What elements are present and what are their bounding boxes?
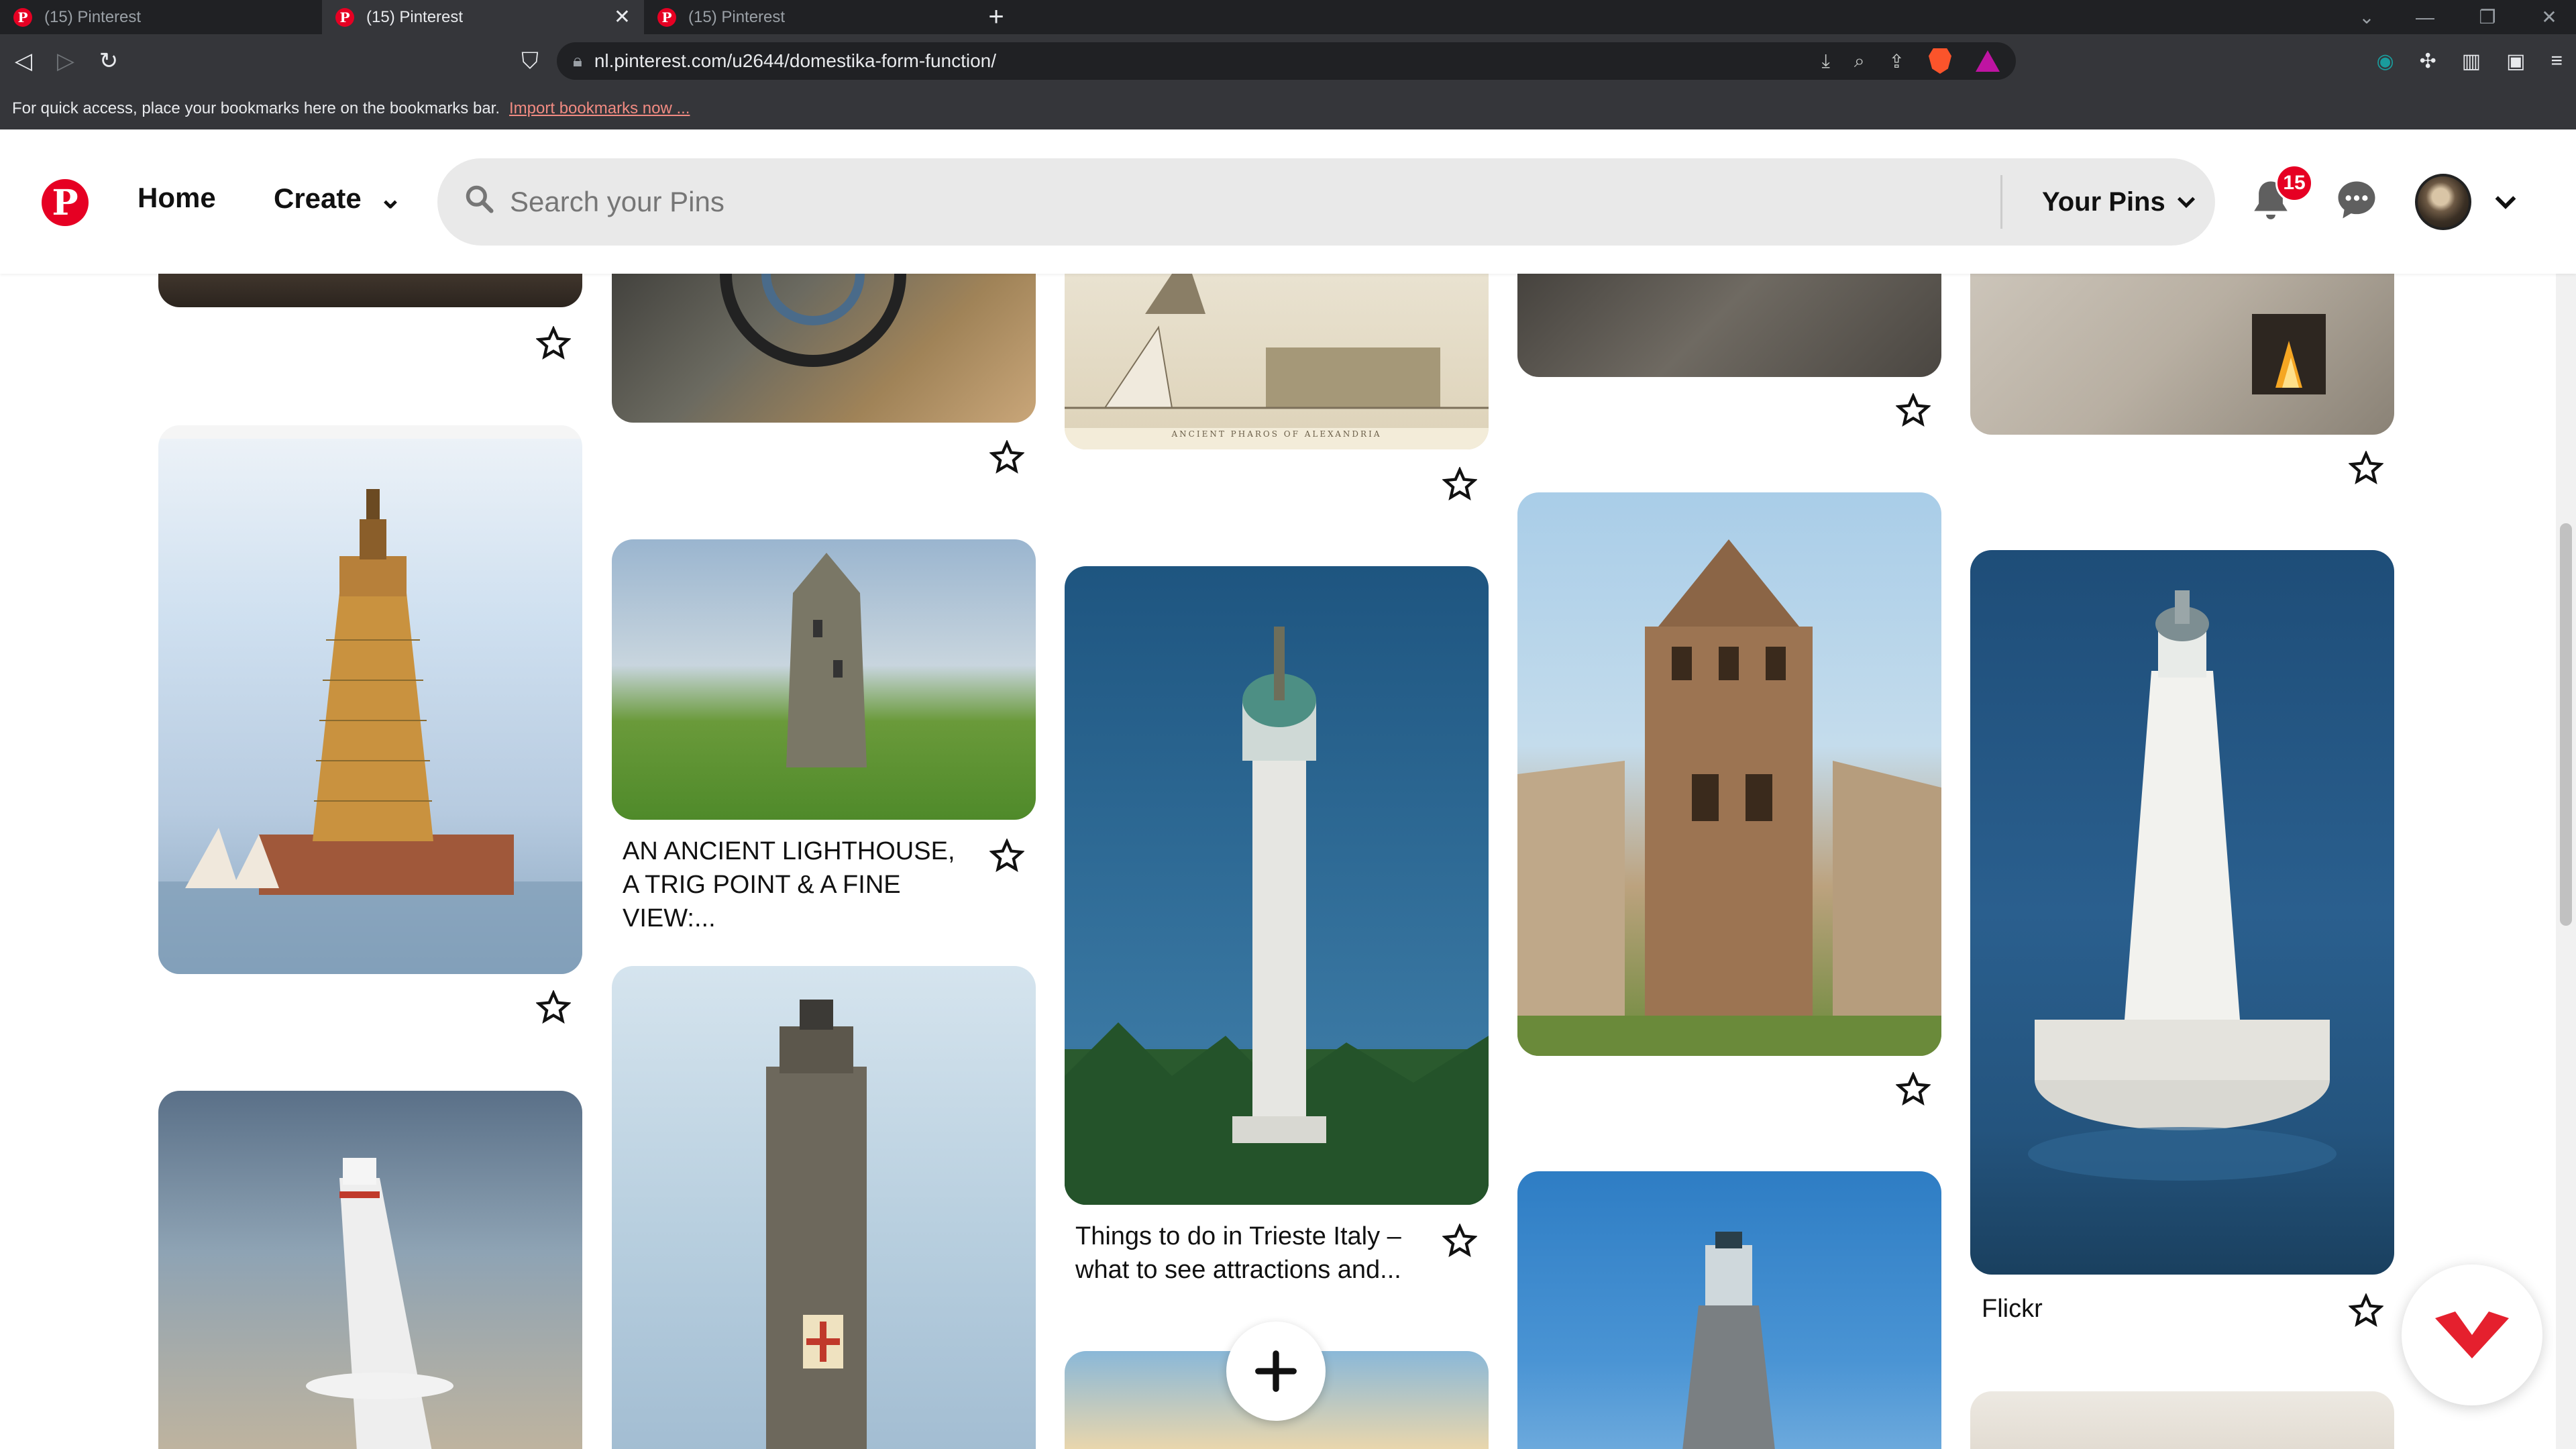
- star-icon[interactable]: [1442, 1224, 1477, 1258]
- iron-lighthouse-pin[interactable]: [1517, 1171, 1941, 1449]
- extension-icon[interactable]: ◉: [2376, 50, 2394, 73]
- brave-shields-icon[interactable]: [1929, 48, 1951, 74]
- cordouan-lighthouse-pin[interactable]: [1970, 550, 2394, 1275]
- wallet-icon[interactable]: ▣: [2506, 50, 2525, 73]
- search-input[interactable]: [510, 186, 1919, 218]
- pinterest-favicon-icon: P: [657, 7, 676, 27]
- pinterest-header: P Home Create ⌄ Your Pins 15: [0, 129, 2576, 274]
- pinterest-favicon-icon: P: [13, 7, 32, 27]
- star-icon[interactable]: [1896, 393, 1931, 428]
- menu-icon[interactable]: ≡: [2551, 50, 2563, 72]
- browser-tab-active[interactable]: P (15) Pinterest ✕: [322, 0, 644, 34]
- domestika-logo-icon: [2435, 1311, 2509, 1358]
- scrollbar-thumb[interactable]: [2560, 523, 2572, 926]
- puzzle-icon[interactable]: ✣: [2420, 50, 2436, 73]
- forward-icon[interactable]: ▷: [46, 34, 86, 88]
- install-icon[interactable]: ⤓: [1821, 50, 1829, 72]
- star-icon[interactable]: [989, 440, 1024, 475]
- chevron-down-icon: ⌄: [378, 182, 402, 214]
- star-icon[interactable]: [989, 839, 1024, 873]
- back-icon[interactable]: ◁: [3, 34, 44, 88]
- chevron-down-icon: [2177, 197, 2195, 209]
- tab-title: (15) Pinterest: [366, 7, 464, 26]
- engraving-title: ANCIENT PHAROS OF ALEXANDRIA: [1171, 429, 1382, 439]
- brave-rewards-icon[interactable]: [1976, 50, 2000, 72]
- bookmarks-bar: For quick access, place your bookmarks h…: [0, 88, 2576, 129]
- star-icon[interactable]: [1442, 467, 1477, 502]
- lock-icon: 🔒︎: [573, 50, 582, 70]
- pharos-alexandria-engraving-pin[interactable]: ANCIENT PHAROS OF ALEXANDRIA: [1065, 274, 1489, 449]
- genoa-lanterna-pin[interactable]: [612, 966, 1036, 1449]
- search-icon: [464, 184, 494, 221]
- pin-image[interactable]: [158, 274, 582, 307]
- your-pins-label: Your Pins: [2042, 186, 2165, 217]
- bookmark-icon[interactable]: ⛉: [510, 34, 550, 88]
- share-icon[interactable]: ⇪: [1889, 50, 1904, 72]
- reload-icon[interactable]: ↻: [89, 34, 129, 88]
- new-tab-button[interactable]: +: [983, 0, 1010, 34]
- your-pins-dropdown[interactable]: Your Pins: [2042, 158, 2198, 246]
- create-label: Create: [274, 182, 362, 214]
- tab-title: (15) Pinterest: [688, 7, 786, 26]
- browser-tab[interactable]: P (15) Pinterest: [0, 0, 322, 34]
- pin-caption[interactable]: AN ANCIENT LIGHTHOUSE, A TRIG POINT & A …: [623, 835, 971, 935]
- account-chevron-down-icon[interactable]: [2492, 189, 2519, 222]
- tab-title: (15) Pinterest: [44, 7, 142, 26]
- sidebar-icon[interactable]: ▥: [2462, 50, 2481, 73]
- pin-caption[interactable]: Flickr: [1982, 1292, 2250, 1326]
- trieste-lighthouse-pin[interactable]: [1065, 566, 1489, 1205]
- pinterest-logo-icon[interactable]: P: [42, 179, 89, 226]
- home-link[interactable]: Home: [138, 182, 216, 214]
- pharos-illustration-pin[interactable]: [158, 425, 582, 974]
- modern-lighthouse-pin[interactable]: [158, 1091, 582, 1449]
- address-toolbar: ◁ ▷ ↻ ⛉ 🔒︎ nl.pinterest.com/u2644/domest…: [0, 34, 2576, 88]
- star-icon[interactable]: [2349, 451, 2383, 486]
- browser-tab-bar: P (15) Pinterest P (15) Pinterest ✕ P (1…: [0, 0, 2576, 34]
- import-bookmarks-link[interactable]: Import bookmarks now ...: [509, 99, 690, 118]
- avatar[interactable]: [2415, 174, 2471, 230]
- search-divider: [2000, 175, 2002, 229]
- stone-fireplace-pin[interactable]: [1970, 274, 2394, 435]
- browser-tab[interactable]: P (15) Pinterest: [644, 0, 966, 34]
- tab-search-chevron-icon[interactable]: ⌄: [2340, 0, 2394, 34]
- plus-icon: [1255, 1350, 1297, 1392]
- restore-icon[interactable]: ❐: [2461, 0, 2514, 34]
- stone-interior-pin[interactable]: [1517, 274, 1941, 377]
- url-bar[interactable]: 🔒︎ nl.pinterest.com/u2644/domestika-form…: [557, 42, 2016, 80]
- minimize-icon[interactable]: —: [2398, 0, 2452, 34]
- pin-image[interactable]: [1970, 1391, 2394, 1449]
- star-icon[interactable]: [2349, 1293, 2383, 1328]
- notification-badge: 15: [2275, 164, 2313, 202]
- close-window-icon[interactable]: ✕: [2522, 0, 2576, 34]
- pin-caption[interactable]: Things to do in Trieste Italy – what to …: [1075, 1220, 1424, 1287]
- ancient-lighthouse-pin[interactable]: [612, 539, 1036, 820]
- messages-icon[interactable]: [2334, 178, 2379, 231]
- pin-feed: AN ANCIENT LIGHTHOUSE, A TRIG POINT & A …: [0, 274, 2556, 1449]
- domestika-widget[interactable]: [2402, 1265, 2542, 1405]
- zoom-icon[interactable]: ⌕: [1854, 50, 1865, 72]
- spiral-stair-pin[interactable]: [612, 274, 1036, 423]
- octagonal-tower-pin[interactable]: [1517, 492, 1941, 1056]
- bookmarks-hint: For quick access, place your bookmarks h…: [12, 99, 500, 117]
- star-icon[interactable]: [1896, 1072, 1931, 1107]
- pinterest-favicon-icon: P: [335, 7, 354, 27]
- close-tab-icon[interactable]: ✕: [614, 5, 631, 29]
- star-icon[interactable]: [536, 326, 571, 361]
- create-menu[interactable]: Create ⌄: [274, 182, 402, 215]
- star-icon[interactable]: [536, 990, 571, 1025]
- search-bar[interactable]: Your Pins: [437, 158, 2215, 246]
- add-pin-button[interactable]: [1226, 1322, 1326, 1421]
- url-text: nl.pinterest.com/u2644/domestika-form-fu…: [594, 50, 997, 71]
